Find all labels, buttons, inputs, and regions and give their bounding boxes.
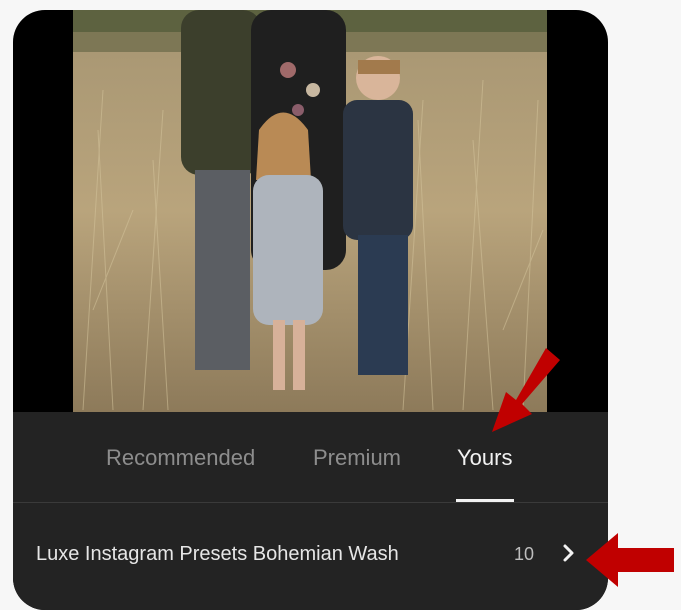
annotation-arrow-icon [586, 533, 674, 587]
tab-yours[interactable]: Yours [457, 445, 512, 471]
tab-recommended[interactable]: Recommended [106, 445, 255, 471]
preset-group-row[interactable]: Luxe Instagram Presets Bohemian Wash 10 [13, 503, 608, 610]
preset-count: 10 [514, 544, 535, 564]
annotation-arrow-icon [492, 348, 560, 432]
phone-screen: Recommended Premium Yours Luxe Instagram… [13, 10, 608, 610]
family-photo-image [73, 10, 547, 412]
chevron-right-icon[interactable] [562, 542, 576, 564]
photo-preview [73, 10, 547, 412]
preset-group-name: Luxe Instagram Presets Bohemian Wash [36, 543, 399, 565]
tab-premium[interactable]: Premium [313, 445, 401, 471]
presets-panel: Recommended Premium Yours Luxe Instagram… [13, 412, 608, 610]
